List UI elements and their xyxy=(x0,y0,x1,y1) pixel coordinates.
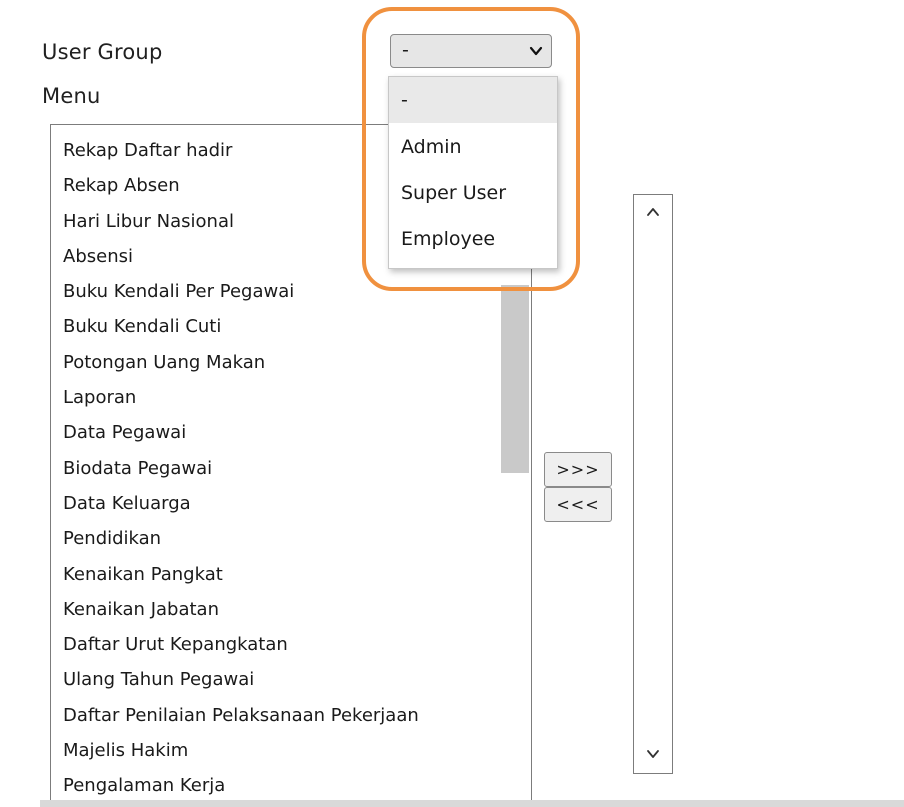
dropdown-option-admin[interactable]: Admin xyxy=(389,124,557,170)
list-item[interactable]: Laporan xyxy=(51,380,499,415)
list-item[interactable]: Potongan Uang Makan xyxy=(51,345,499,380)
user-group-label: User Group xyxy=(42,40,163,64)
chevron-down-icon xyxy=(529,46,543,56)
horizontal-scrollbar[interactable] xyxy=(40,800,904,807)
list-item[interactable]: Pengalaman Kerja xyxy=(51,768,499,803)
list-item[interactable]: Pendidikan xyxy=(51,521,499,556)
selected-menu-listbox[interactable] xyxy=(633,194,673,774)
user-group-dropdown: - Admin Super User Employee xyxy=(388,76,558,269)
user-group-select-value: - xyxy=(402,39,409,61)
list-item[interactable]: Biodata Pegawai xyxy=(51,451,499,486)
menu-list-scroll-thumb[interactable] xyxy=(501,285,529,473)
list-item[interactable]: Kenaikan Jabatan xyxy=(51,592,499,627)
list-item[interactable]: Buku Kendali Cuti xyxy=(51,309,499,344)
list-item[interactable]: Data Pegawai xyxy=(51,415,499,450)
add-to-selected-button[interactable]: >>> xyxy=(544,452,612,487)
list-item[interactable]: Data Keluarga xyxy=(51,486,499,521)
user-group-select[interactable]: - xyxy=(390,34,552,68)
list-item[interactable]: Daftar Penilaian Pelaksanaan Pekerjaan xyxy=(51,698,499,733)
list-item[interactable]: Kenaikan Pangkat xyxy=(51,557,499,592)
chevron-down-icon[interactable] xyxy=(646,747,660,761)
list-item[interactable]: Daftar Urut Kepangkatan xyxy=(51,627,499,662)
chevron-up-icon[interactable] xyxy=(646,205,660,219)
dropdown-option-employee[interactable]: Employee xyxy=(389,216,557,262)
remove-from-selected-button[interactable]: <<< xyxy=(544,487,612,522)
list-item[interactable]: Buku Kendali Per Pegawai xyxy=(51,274,499,309)
list-item[interactable]: Ulang Tahun Pegawai xyxy=(51,662,499,697)
list-item[interactable]: Majelis Hakim xyxy=(51,733,499,768)
menu-label: Menu xyxy=(42,84,101,108)
dropdown-option-none[interactable]: - xyxy=(389,77,557,123)
dropdown-option-super-user[interactable]: Super User xyxy=(389,170,557,216)
